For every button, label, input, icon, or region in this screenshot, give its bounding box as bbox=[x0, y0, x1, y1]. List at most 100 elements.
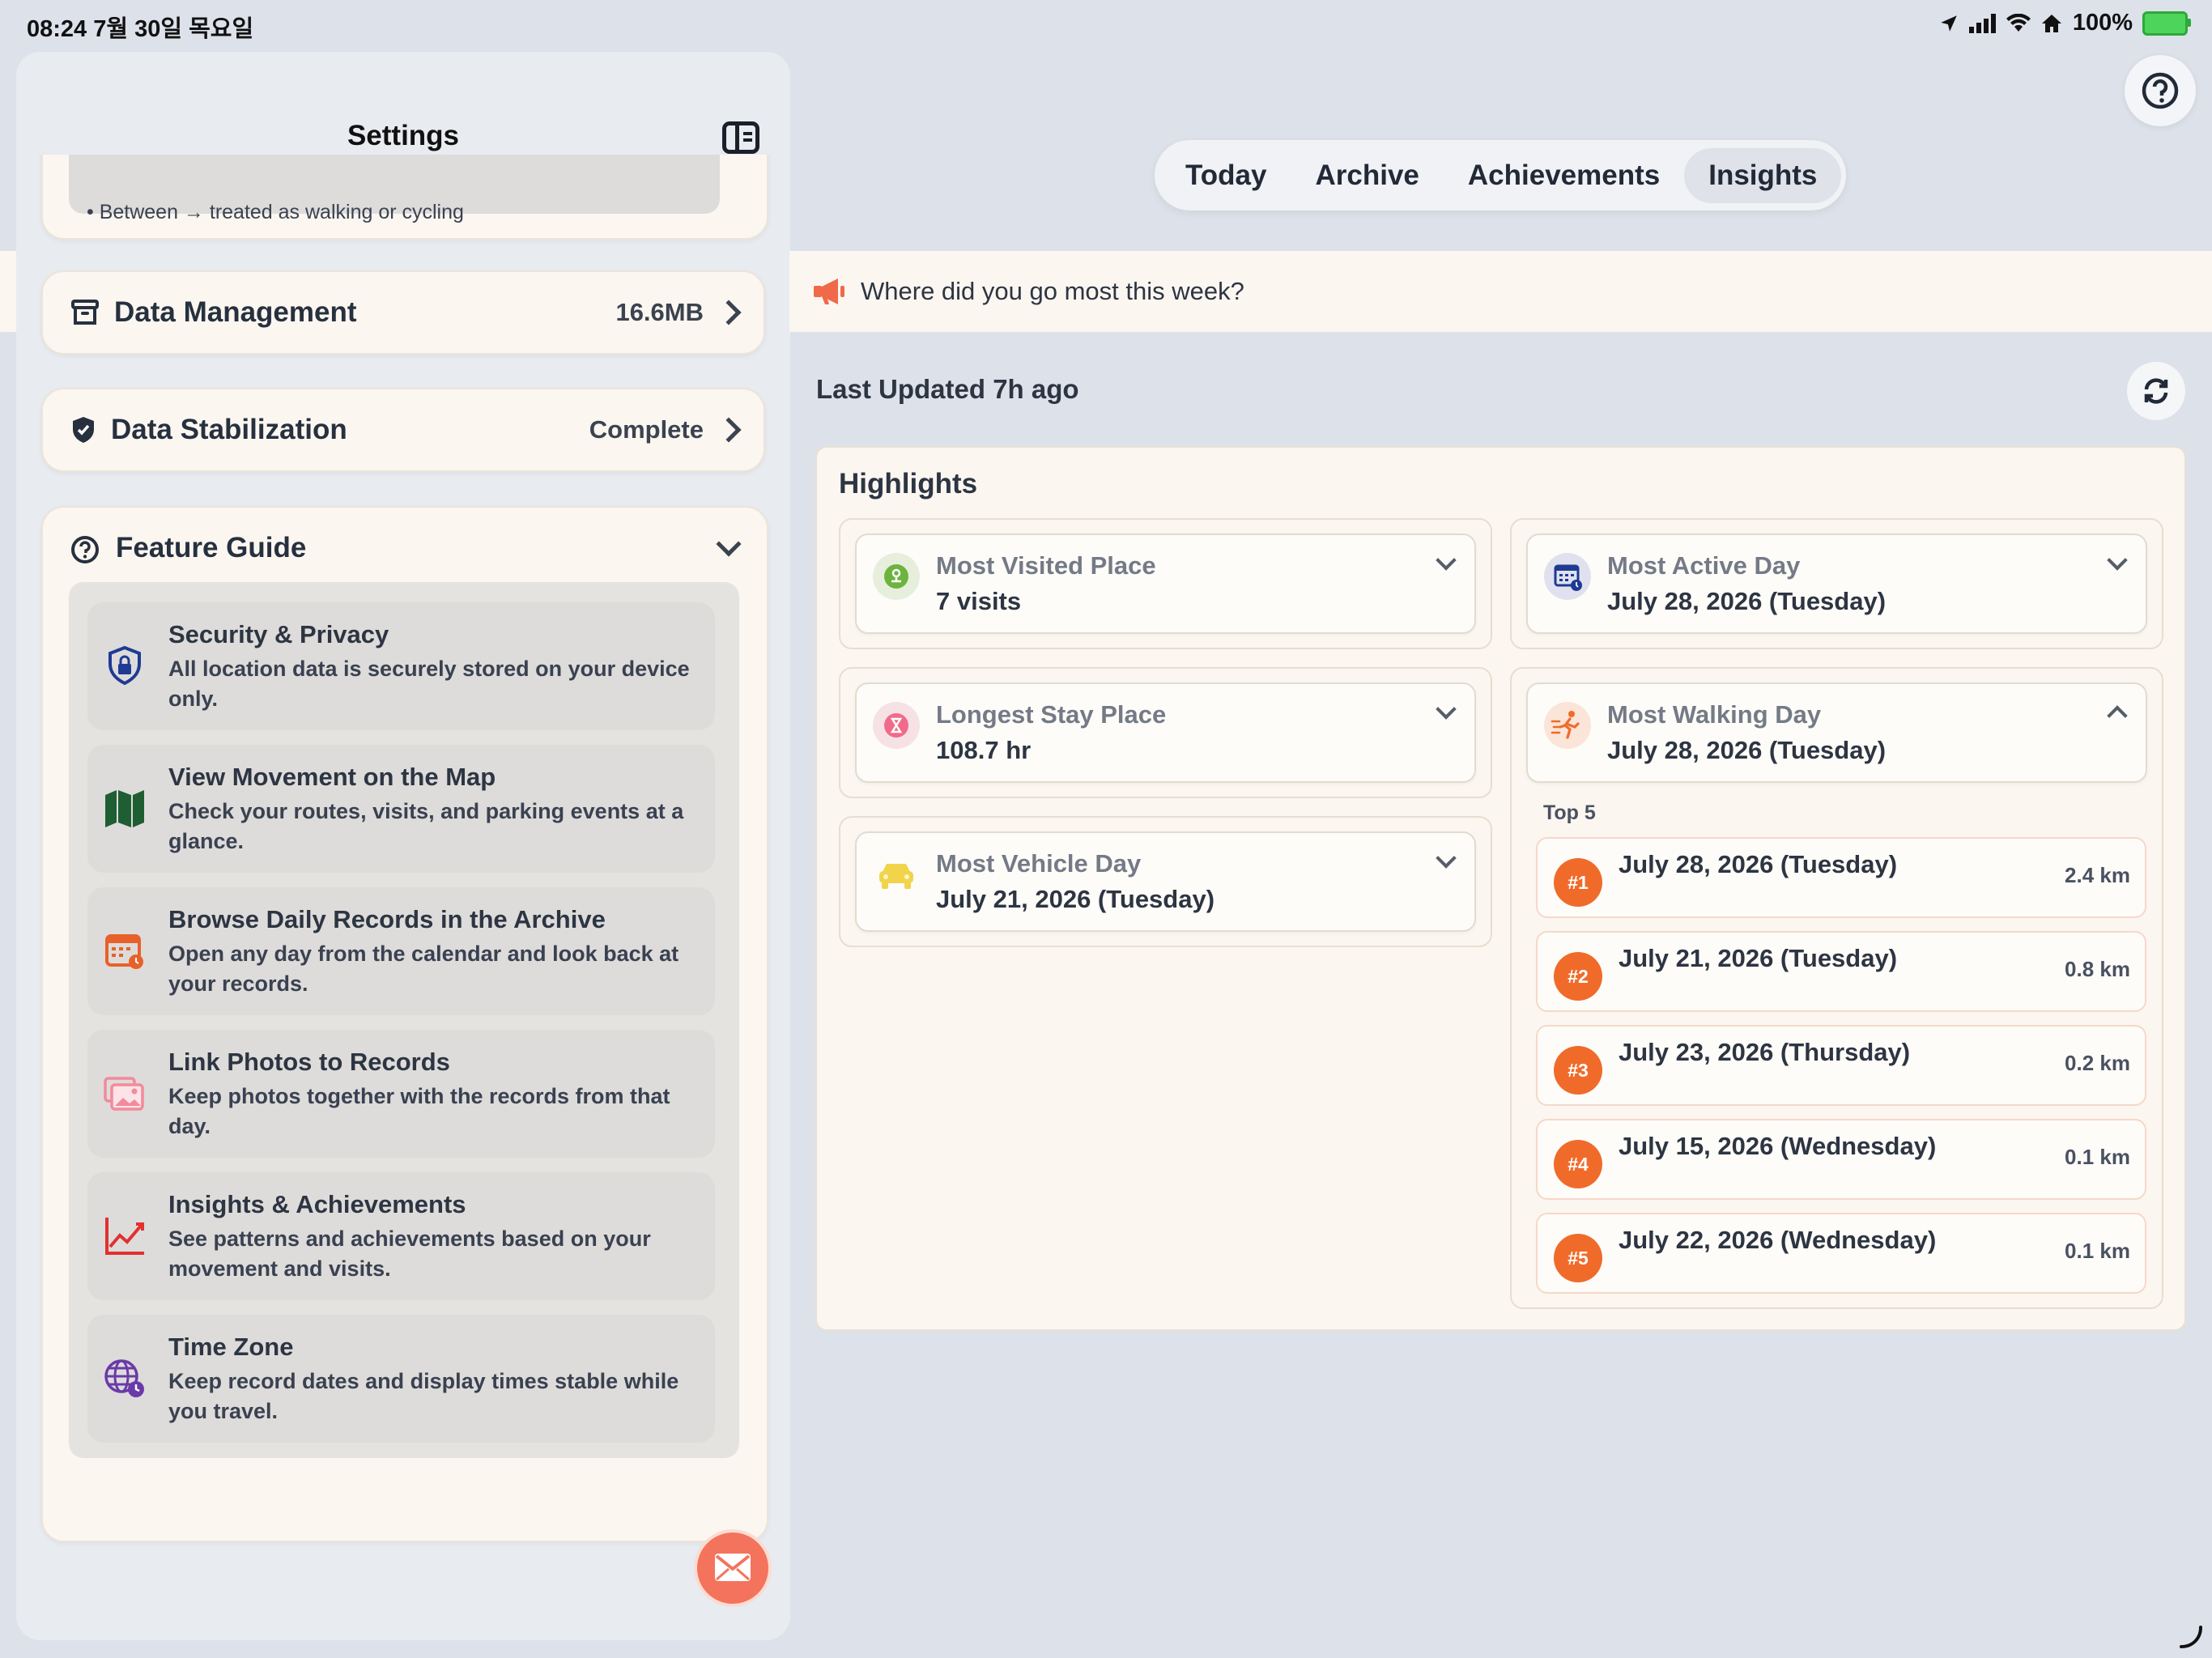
settings-sidebar: Settings • Between → treated as walking … bbox=[16, 52, 790, 1640]
data-stabilization-value: Complete bbox=[589, 415, 704, 444]
status-icons: 100% bbox=[1938, 10, 2191, 36]
chevron-up-icon bbox=[2107, 705, 2128, 726]
top5-row[interactable]: #1 July 28, 2026 (Tuesday) 2.4 km bbox=[1536, 837, 2146, 918]
guide-item-title: Insights & Achievements bbox=[168, 1190, 466, 1218]
guide-item-insights[interactable]: Insights & Achievements See patterns and… bbox=[87, 1172, 715, 1300]
sidebar-title-top: Settings bbox=[347, 120, 460, 151]
banner-edge bbox=[0, 251, 16, 332]
tab-archive[interactable]: Archive bbox=[1291, 148, 1443, 203]
guide-item-title: View Movement on the Map bbox=[168, 763, 496, 791]
feature-guide-header[interactable]: Feature Guide bbox=[43, 508, 767, 589]
home-icon bbox=[2041, 14, 2061, 32]
shield-check-icon bbox=[73, 417, 94, 443]
signal-icon bbox=[1968, 13, 1996, 33]
chevron-right-icon bbox=[716, 417, 742, 443]
refresh-icon bbox=[2144, 378, 2168, 404]
guide-item-desc: Keep record dates and display times stab… bbox=[168, 1369, 679, 1423]
data-management-row[interactable]: Data Management 16.6MB bbox=[41, 270, 765, 355]
highlights-title: Highlights bbox=[839, 468, 978, 500]
last-updated-label: Last Updated 7h ago bbox=[816, 374, 1079, 404]
calendar-grid-icon bbox=[1544, 553, 1591, 600]
top5-row[interactable]: #2 July 21, 2026 (Tuesday) 0.8 km bbox=[1536, 931, 2146, 1012]
rank-badge: #3 bbox=[1554, 1046, 1602, 1095]
longest-stay-place-card[interactable]: Longest Stay Place 108.7 hr bbox=[855, 682, 1476, 783]
location-pin-icon bbox=[873, 553, 920, 600]
chevron-down-icon bbox=[716, 531, 742, 557]
announcement-banner[interactable]: Where did you go most this week? bbox=[789, 251, 2212, 332]
tab-today[interactable]: Today bbox=[1161, 148, 1291, 203]
rank-date: July 28, 2026 (Tuesday) bbox=[1619, 850, 1898, 878]
help-button[interactable] bbox=[2125, 55, 2196, 126]
chevron-down-icon bbox=[2107, 550, 2128, 571]
calendar-icon bbox=[105, 934, 143, 969]
envelope-icon bbox=[715, 1554, 751, 1581]
wifi-icon bbox=[2006, 13, 2031, 32]
highlight-label: Most Walking Day bbox=[1607, 700, 1822, 729]
feature-guide-title: Feature Guide bbox=[116, 532, 307, 563]
refresh-button[interactable] bbox=[2127, 362, 2185, 420]
chevron-right-icon bbox=[716, 300, 742, 325]
guide-item-desc: Keep photos together with the records fr… bbox=[168, 1084, 670, 1138]
top5-row[interactable]: #3 July 23, 2026 (Thursday) 0.2 km bbox=[1536, 1025, 2146, 1106]
battery-icon bbox=[2142, 11, 2191, 36]
tab-achievements[interactable]: Achievements bbox=[1444, 148, 1684, 203]
highlight-label: Most Active Day bbox=[1607, 551, 1801, 580]
archive-box-icon bbox=[71, 300, 99, 325]
rank-date: July 22, 2026 (Wednesday) bbox=[1619, 1226, 1937, 1254]
guide-item-security[interactable]: Security & Privacy All location data is … bbox=[87, 602, 715, 730]
sidebar-toggle-button[interactable] bbox=[722, 121, 759, 154]
resize-handle-icon[interactable] bbox=[2178, 1624, 2204, 1650]
hourglass-icon bbox=[873, 702, 920, 749]
car-icon bbox=[873, 851, 920, 898]
highlight-value: 108.7 hr bbox=[936, 736, 1032, 764]
question-circle-icon bbox=[71, 536, 99, 563]
chart-line-icon bbox=[105, 1218, 144, 1255]
rank-distance: 0.1 km bbox=[2065, 1145, 2130, 1169]
top5-row[interactable]: #4 July 15, 2026 (Wednesday) 0.1 km bbox=[1536, 1119, 2146, 1200]
most-visited-place-card[interactable]: Most Visited Place 7 visits bbox=[855, 534, 1476, 634]
tab-insights[interactable]: Insights bbox=[1684, 147, 1842, 203]
guide-item-desc: Open any day from the calendar and look … bbox=[168, 942, 679, 996]
rank-distance: 0.1 km bbox=[2065, 1239, 2130, 1263]
guide-item-title: Link Photos to Records bbox=[168, 1048, 450, 1076]
rank-distance: 0.8 km bbox=[2065, 957, 2130, 981]
map-icon bbox=[105, 790, 144, 827]
highlight-label: Most Visited Place bbox=[936, 551, 1156, 580]
guide-item-title: Time Zone bbox=[168, 1333, 294, 1361]
main-tabs: Today Archive Achievements Insights bbox=[1155, 140, 1846, 210]
data-stabilization-label: Data Stabilization bbox=[111, 414, 347, 445]
guide-item-desc: See patterns and achievements based on y… bbox=[168, 1226, 651, 1281]
battery-percent: 100% bbox=[2072, 10, 2133, 36]
guide-item-timezone[interactable]: Time Zone Keep record dates and display … bbox=[87, 1315, 715, 1443]
contact-mail-button[interactable] bbox=[694, 1529, 772, 1607]
running-icon bbox=[1544, 702, 1591, 749]
guide-item-archive[interactable]: Browse Daily Records in the Archive Open… bbox=[87, 887, 715, 1015]
rank-badge: #2 bbox=[1554, 952, 1602, 1001]
banner-text: Where did you go most this week? bbox=[861, 277, 1244, 305]
globe-clock-icon bbox=[104, 1359, 144, 1397]
location-arrow-icon bbox=[1941, 15, 1957, 32]
highlight-value: 7 visits bbox=[936, 587, 1022, 615]
top5-label: Top 5 bbox=[1543, 801, 1596, 824]
most-vehicle-day-card[interactable]: Most Vehicle Day July 21, 2026 (Tuesday) bbox=[855, 831, 1476, 932]
chevron-down-icon bbox=[1436, 848, 1457, 869]
rank-distance: 0.2 km bbox=[2065, 1051, 2130, 1075]
rank-badge: #1 bbox=[1554, 858, 1602, 907]
highlight-label: Most Vehicle Day bbox=[936, 849, 1142, 878]
rank-distance: 2.4 km bbox=[2065, 863, 2130, 887]
chevron-down-icon bbox=[1436, 550, 1457, 571]
top5-row[interactable]: #5 July 22, 2026 (Wednesday) 0.1 km bbox=[1536, 1213, 2146, 1294]
guide-item-photos[interactable]: Link Photos to Records Keep photos toget… bbox=[87, 1030, 715, 1158]
rank-badge: #4 bbox=[1554, 1140, 1602, 1188]
rank-date: July 21, 2026 (Tuesday) bbox=[1619, 944, 1898, 972]
partial-text: • Between → treated as walking or cyclin… bbox=[87, 201, 464, 223]
rank-date: July 15, 2026 (Wednesday) bbox=[1619, 1132, 1937, 1160]
rank-badge: #5 bbox=[1554, 1234, 1602, 1282]
guide-item-title: Security & Privacy bbox=[168, 620, 389, 648]
most-active-day-card[interactable]: Most Active Day July 28, 2026 (Tuesday) bbox=[1526, 534, 2147, 634]
guide-item-map[interactable]: View Movement on the Map Check your rout… bbox=[87, 745, 715, 873]
guide-item-desc: All location data is securely stored on … bbox=[168, 657, 690, 711]
most-walking-day-card[interactable]: Most Walking Day July 28, 2026 (Tuesday) bbox=[1526, 682, 2147, 783]
data-management-value: 16.6MB bbox=[615, 298, 704, 326]
data-stabilization-row[interactable]: Data Stabilization Complete bbox=[41, 388, 765, 472]
